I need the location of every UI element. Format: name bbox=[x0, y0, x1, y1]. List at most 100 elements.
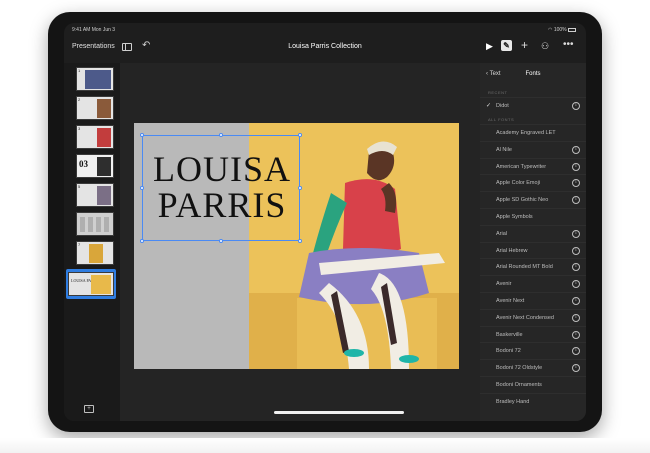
info-icon[interactable]: i bbox=[572, 162, 580, 171]
info-icon[interactable]: i bbox=[572, 313, 580, 322]
slide-thumbnail-selected[interactable]: LOUISA PARRIS bbox=[68, 272, 114, 296]
info-icon[interactable]: i bbox=[572, 297, 580, 305]
slide[interactable]: LOUISA PARRIS bbox=[134, 123, 459, 369]
font-row[interactable]: Baskerville i bbox=[480, 325, 586, 342]
background-floor bbox=[0, 438, 650, 453]
info-icon[interactable]: i bbox=[572, 102, 580, 110]
status-battery: ◠ 100% bbox=[548, 27, 576, 33]
font-name: Didot bbox=[496, 103, 509, 109]
font-name: American Typewriter bbox=[496, 163, 547, 170]
font-row[interactable]: Avenir Next i bbox=[480, 292, 586, 308]
font-name: Bodoni 72 bbox=[496, 348, 521, 355]
format-brush-icon[interactable]: ✎ bbox=[501, 40, 512, 51]
play-icon[interactable]: ▶ bbox=[486, 41, 493, 52]
font-row[interactable]: Arial Rounded MT Bold i bbox=[480, 258, 586, 274]
toolbar: Presentations ↶ Louisa Parris Collection… bbox=[64, 37, 586, 61]
add-icon[interactable]: + bbox=[521, 38, 528, 52]
slide-thumbnail[interactable]: 03 bbox=[76, 154, 114, 178]
font-name: Apple Color Emoji bbox=[496, 180, 541, 187]
slide-number: 7 bbox=[78, 242, 81, 247]
thumbnail-image bbox=[85, 70, 111, 89]
info-icon[interactable]: i bbox=[572, 280, 580, 289]
ipad-device: 9:41 AM Mon Jun 3 ◠ 100% Presentations ↶… bbox=[48, 12, 602, 432]
status-time: 9:41 AM Mon Jun 3 bbox=[72, 27, 116, 33]
font-row-recent[interactable]: ✓ Didot i bbox=[480, 97, 586, 113]
resize-handle[interactable] bbox=[219, 133, 223, 137]
slide-thumbnail[interactable]: 2 bbox=[76, 96, 114, 120]
resize-handle[interactable] bbox=[298, 186, 302, 190]
info-icon[interactable]: i bbox=[572, 246, 580, 255]
font-name: Academy Engraved LET bbox=[496, 130, 556, 136]
info-icon[interactable]: i bbox=[572, 229, 580, 238]
slide-number: 5 bbox=[78, 184, 81, 189]
thumbnail-image bbox=[91, 275, 111, 294]
font-row[interactable]: Avenir i bbox=[480, 275, 586, 291]
slide-number: 2 bbox=[78, 97, 81, 102]
font-row[interactable]: Al Nile i bbox=[480, 140, 586, 157]
battery-level: 100% bbox=[553, 27, 567, 33]
thumbnail-image bbox=[97, 99, 111, 118]
collaborate-icon[interactable]: ⚇ bbox=[541, 41, 549, 52]
text-selection-box[interactable] bbox=[140, 133, 302, 243]
slide-navigator: 1 2 3 03 5 7 LOUISA PARRIS + bbox=[64, 63, 120, 421]
font-row[interactable]: Bradley Hand bbox=[480, 392, 586, 409]
info-icon[interactable]: i bbox=[572, 179, 580, 188]
slide-number: 1 bbox=[78, 68, 81, 73]
font-row[interactable]: Apple Symbols bbox=[480, 208, 586, 224]
font-name: Apple SD Gothic Neo bbox=[496, 197, 549, 204]
resize-handle[interactable] bbox=[298, 239, 302, 243]
resize-handle[interactable] bbox=[140, 186, 144, 190]
more-icon[interactable]: ••• bbox=[563, 39, 574, 50]
thumbnail-image bbox=[97, 157, 111, 176]
font-row[interactable]: Arial i bbox=[480, 224, 586, 241]
thumbnail-grid bbox=[80, 217, 110, 232]
info-icon[interactable]: i bbox=[572, 364, 580, 373]
slide-canvas: LOUISA PARRIS bbox=[120, 63, 480, 421]
font-panel-title: Fonts bbox=[525, 71, 541, 77]
info-icon[interactable]: i bbox=[572, 263, 580, 272]
font-name: Bodoni Ornaments bbox=[496, 382, 542, 388]
font-name: Apple Symbols bbox=[496, 214, 533, 220]
status-bar: 9:41 AM Mon Jun 3 ◠ 100% bbox=[64, 23, 586, 35]
font-name: Avenir bbox=[496, 281, 512, 288]
font-name: Bradley Hand bbox=[496, 398, 530, 405]
font-name: Arial bbox=[496, 230, 508, 237]
resize-handle[interactable] bbox=[298, 133, 302, 137]
resize-handle[interactable] bbox=[140, 133, 144, 137]
slide-thumbnail[interactable]: 3 bbox=[76, 125, 114, 149]
info-icon[interactable]: i bbox=[572, 347, 580, 356]
thumbnail-image bbox=[97, 128, 111, 147]
selected-slide-highlight[interactable]: LOUISA PARRIS bbox=[66, 269, 116, 299]
battery-icon bbox=[568, 27, 576, 32]
font-name: Baskerville bbox=[496, 331, 523, 338]
slide-thumbnail[interactable]: 1 bbox=[76, 67, 114, 91]
resize-handle[interactable] bbox=[219, 239, 223, 243]
font-row[interactable]: Bodoni Ornaments bbox=[480, 376, 586, 392]
checkmark-icon: ✓ bbox=[486, 103, 492, 109]
font-name: Arial Rounded MT Bold bbox=[496, 264, 553, 271]
font-name: Avenir Next bbox=[496, 298, 525, 304]
font-row[interactable]: Academy Engraved LET bbox=[480, 124, 586, 140]
thumbnail-image bbox=[97, 186, 111, 205]
slide-number: 3 bbox=[78, 126, 81, 131]
info-icon[interactable]: i bbox=[572, 145, 580, 154]
slide-thumbnail[interactable] bbox=[76, 212, 114, 236]
keynote-screen: 9:41 AM Mon Jun 3 ◠ 100% Presentations ↶… bbox=[64, 23, 586, 421]
resize-handle[interactable] bbox=[140, 239, 144, 243]
slide-thumbnail[interactable]: 5 bbox=[76, 183, 114, 207]
info-icon[interactable]: i bbox=[572, 196, 580, 205]
font-row[interactable]: Avenir Next Condensed i bbox=[480, 308, 586, 325]
font-row[interactable]: Bodoni 72 i bbox=[480, 342, 586, 358]
add-slide-button[interactable]: + bbox=[84, 405, 94, 413]
font-row[interactable]: Bodoni 72 Oldstyle i bbox=[480, 359, 586, 375]
font-row[interactable]: Apple Color Emoji i bbox=[480, 174, 586, 190]
home-indicator[interactable] bbox=[274, 411, 404, 414]
font-row[interactable]: American Typewriter i bbox=[480, 157, 586, 174]
font-name: Avenir Next Condensed bbox=[496, 314, 554, 321]
font-row[interactable]: Arial Hebrew i bbox=[480, 241, 586, 258]
slide-thumbnail[interactable]: 7 bbox=[76, 241, 114, 265]
font-row[interactable]: Apple SD Gothic Neo i bbox=[480, 191, 586, 207]
thumbnail-image bbox=[89, 244, 103, 263]
font-panel: ‹ Text Fonts RECENT ✓ Didot i ALL FONTS … bbox=[480, 63, 586, 421]
info-icon[interactable]: i bbox=[572, 330, 580, 339]
